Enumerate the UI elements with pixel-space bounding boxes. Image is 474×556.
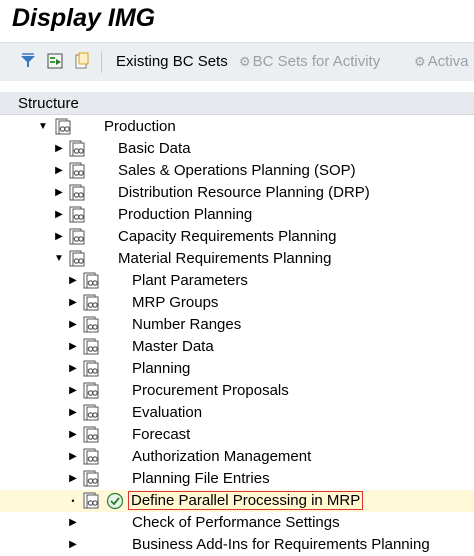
bc-sets-for-activity-label: BC Sets for Activity [252,53,381,70]
tree-row[interactable]: ▼ Production [0,116,474,138]
leaf-bullet-icon: • [71,496,75,506]
filter-icon[interactable] [19,52,37,70]
tree-row[interactable]: ▶ Master Data [0,336,474,358]
img-node-icon [83,404,99,421]
execute-icon[interactable] [46,52,64,70]
tree-node-label[interactable]: Master Data [132,338,214,355]
expand-arrow-icon[interactable]: ▶ [54,182,64,204]
tree-row[interactable]: ▶ Basic Data [0,138,474,160]
expand-arrow-icon[interactable]: ▶ [68,424,78,446]
expand-arrow-icon[interactable]: ▶ [68,512,78,534]
copy-icon[interactable] [73,52,91,70]
activate-bc-sets-label: Activa [427,53,469,70]
img-node-icon [69,206,85,223]
tree-node-label[interactable]: Plant Parameters [132,272,248,289]
img-node-icon [83,426,99,443]
tree-row[interactable]: ▶ Production Planning [0,204,474,226]
expand-arrow-icon[interactable]: ▶ [68,314,78,336]
img-node-icon [69,228,85,245]
tree-row-selected[interactable]: • Define Parallel Processing in MRP [0,490,474,512]
expand-arrow-icon[interactable]: ▶ [54,204,64,226]
expand-arrow-icon[interactable]: ▶ [68,446,78,468]
img-node-icon [83,470,99,487]
tree-node-label[interactable]: Planning File Entries [132,470,270,487]
tree-row[interactable]: ▶ Procurement Proposals [0,380,474,402]
toolbar-separator [101,51,102,73]
img-node-icon [69,162,85,179]
tree-row[interactable]: ▶ Sales & Operations Planning (SOP) [0,160,474,182]
tree-row[interactable]: ▶ Planning [0,358,474,380]
img-node-icon [83,492,99,509]
tree-node-label[interactable]: Production Planning [118,206,252,223]
existing-bc-sets-button[interactable]: Existing BC Sets [116,53,228,70]
tree-row[interactable]: ▶ Distribution Resource Planning (DRP) [0,182,474,204]
bc-sets-for-activity-button[interactable]: ⚙ BC Sets for Activity [239,53,380,70]
tree-row[interactable]: ▶ Evaluation [0,402,474,424]
expand-arrow-icon[interactable]: ▶ [54,226,64,248]
img-structure-tree: ▼ Production ▶ Basic Data ▶ Sales & Operation… [0,116,474,553]
img-node-icon [83,294,99,311]
expand-arrow-icon[interactable]: ▶ [68,358,78,380]
img-node-icon [69,184,85,201]
expand-arrow-icon[interactable]: ▶ [68,336,78,358]
img-node-icon [83,272,99,289]
img-node-icon [55,118,71,135]
tree-node-label[interactable]: Authorization Management [132,448,311,465]
structure-header: Structure [0,92,474,115]
collapse-arrow-icon[interactable]: ▼ [38,116,48,138]
img-node-icon [83,448,99,465]
expand-arrow-icon[interactable]: ▶ [68,270,78,292]
tree-row[interactable]: ▶ Forecast [0,424,474,446]
expand-arrow-icon[interactable]: ▶ [54,160,64,182]
img-node-icon [83,360,99,377]
tree-node-label[interactable]: Check of Performance Settings [132,514,340,531]
expand-arrow-icon[interactable]: ▶ [68,380,78,402]
expand-arrow-icon[interactable]: ▶ [68,402,78,424]
tree-row[interactable]: ▼ Material Requirements Planning [0,248,474,270]
expand-arrow-icon[interactable]: ▶ [54,138,64,160]
window-title: Display IMG [12,4,156,32]
tree-node-label[interactable]: Capacity Requirements Planning [118,228,336,245]
execute-activity-icon[interactable] [106,492,124,510]
tree-node-label[interactable]: Distribution Resource Planning (DRP) [118,184,370,201]
selected-activity-label[interactable]: Define Parallel Processing in MRP [128,491,364,510]
tree-row[interactable]: ▶ Authorization Management [0,446,474,468]
tree-row[interactable]: ▶ Planning File Entries [0,468,474,490]
img-node-icon [83,382,99,399]
tree-node-label[interactable]: MRP Groups [132,294,218,311]
tree-node-label[interactable]: Number Ranges [132,316,241,333]
bc-set-icon: ⚙ [414,54,426,69]
application-toolbar: Existing BC Sets ⚙ BC Sets for Activity ⚙… [0,42,474,81]
expand-arrow-icon[interactable]: ▶ [68,468,78,490]
tree-row[interactable]: ▶ Capacity Requirements Planning [0,226,474,248]
tree-row[interactable]: ▶ Business Add-Ins for Requirements Plann… [0,534,474,556]
tree-row[interactable]: ▶ Plant Parameters [0,270,474,292]
expand-arrow-icon[interactable]: ▶ [68,292,78,314]
collapse-arrow-icon[interactable]: ▼ [54,248,64,270]
img-node-icon [69,250,85,267]
tree-node-label[interactable]: Basic Data [118,140,191,157]
tree-node-label[interactable]: Material Requirements Planning [118,250,331,267]
expand-arrow-icon[interactable]: ▶ [68,534,78,556]
tree-row[interactable]: ▶ Check of Performance Settings [0,512,474,534]
img-node-icon [83,316,99,333]
tree-node-label[interactable]: Forecast [132,426,190,443]
tree-node-label[interactable]: Evaluation [132,404,202,421]
img-node-icon [69,140,85,157]
tree-node-label[interactable]: Procurement Proposals [132,382,289,399]
tree-node-label[interactable]: Production [104,118,176,135]
bc-set-icon: ⚙ [239,54,251,69]
tree-node-label[interactable]: Sales & Operations Planning (SOP) [118,162,356,179]
tree-row[interactable]: ▶ Number Ranges [0,314,474,336]
activate-bc-sets-button[interactable]: ⚙ Activa [414,53,469,70]
title-bar: Display IMG [0,0,474,42]
structure-header-label: Structure [18,95,79,112]
tree-node-label[interactable]: Planning [132,360,190,377]
tree-row[interactable]: ▶ MRP Groups [0,292,474,314]
img-node-icon [83,338,99,355]
